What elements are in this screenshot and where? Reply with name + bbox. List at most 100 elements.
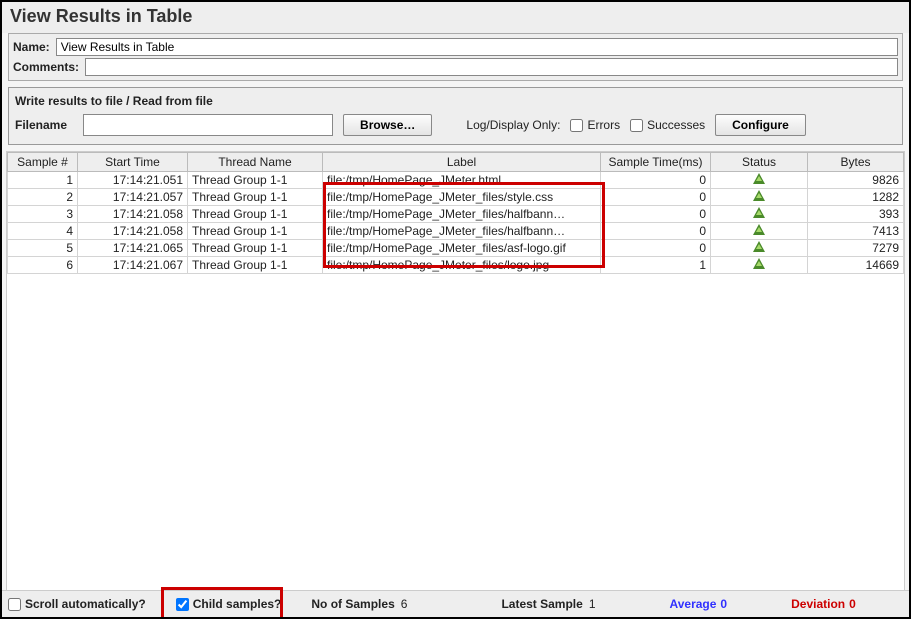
cell-status (711, 189, 808, 206)
table-row[interactable]: 617:14:21.067Thread Group 1-1file:/tmp/H… (8, 257, 904, 274)
cell-bytes: 1282 (808, 189, 904, 206)
col-stime[interactable]: Sample Time(ms) (601, 153, 711, 172)
results-table-area: Sample # Start Time Thread Name Label Sa… (6, 151, 905, 590)
cell-status (711, 223, 808, 240)
child-samples-label: Child samples? (193, 597, 282, 611)
title-bar: View Results in Table (2, 2, 909, 33)
cell-thread: Thread Group 1-1 (188, 240, 323, 257)
col-bytes[interactable]: Bytes (808, 153, 904, 172)
file-io-legend: Write results to file / Read from file (15, 94, 896, 108)
cell-sample: 1 (8, 172, 78, 189)
cell-sample: 5 (8, 240, 78, 257)
cell-bytes: 393 (808, 206, 904, 223)
success-icon (753, 207, 765, 218)
col-start[interactable]: Start Time (78, 153, 188, 172)
cell-thread: Thread Group 1-1 (188, 206, 323, 223)
cell-stime: 0 (601, 172, 711, 189)
filename-label: Filename (15, 118, 67, 132)
table-row[interactable]: 217:14:21.057Thread Group 1-1file:/tmp/H… (8, 189, 904, 206)
errors-label: Errors (587, 118, 620, 132)
errors-checkbox[interactable] (570, 119, 583, 132)
col-label[interactable]: Label (323, 153, 601, 172)
cell-label: file:/tmp/HomePage_JMeter_files/halfbann… (323, 206, 601, 223)
latest-sample-label: Latest Sample (501, 597, 582, 611)
cell-label: file:/tmp/HomePage_JMeter_files/style.cs… (323, 189, 601, 206)
cell-sample: 3 (8, 206, 78, 223)
view-results-window: View Results in Table Name: Comments: Wr… (0, 0, 911, 619)
cell-label: file:/tmp/HomePage_JMeter.html (323, 172, 601, 189)
table-row[interactable]: 417:14:21.058Thread Group 1-1file:/tmp/H… (8, 223, 904, 240)
cell-bytes: 14669 (808, 257, 904, 274)
cell-label: file:/tmp/HomePage_JMeter_files/halfbann… (323, 223, 601, 240)
cell-bytes: 9826 (808, 172, 904, 189)
cell-stime: 0 (601, 240, 711, 257)
success-icon (753, 241, 765, 252)
cell-start: 17:14:21.058 (78, 206, 188, 223)
cell-stime: 1 (601, 257, 711, 274)
success-icon (753, 173, 765, 184)
cell-start: 17:14:21.067 (78, 257, 188, 274)
cell-stime: 0 (601, 206, 711, 223)
success-icon (753, 224, 765, 235)
child-samples-checkbox[interactable] (176, 598, 189, 611)
col-status[interactable]: Status (711, 153, 808, 172)
cell-stime: 0 (601, 189, 711, 206)
cell-start: 17:14:21.058 (78, 223, 188, 240)
deviation-label: Deviation (791, 597, 845, 611)
cell-start: 17:14:21.051 (78, 172, 188, 189)
successes-label: Successes (647, 118, 705, 132)
cell-thread: Thread Group 1-1 (188, 223, 323, 240)
cell-bytes: 7413 (808, 223, 904, 240)
successes-checkbox-wrap[interactable]: Successes (630, 118, 705, 132)
cell-sample: 2 (8, 189, 78, 206)
cell-start: 17:14:21.057 (78, 189, 188, 206)
col-thread[interactable]: Thread Name (188, 153, 323, 172)
scroll-auto-label: Scroll automatically? (25, 597, 146, 611)
file-io-group: Write results to file / Read from file F… (8, 87, 903, 145)
cell-stime: 0 (601, 223, 711, 240)
num-samples-label: No of Samples (311, 597, 394, 611)
col-sample[interactable]: Sample # (8, 153, 78, 172)
cell-thread: Thread Group 1-1 (188, 257, 323, 274)
page-title: View Results in Table (10, 6, 192, 26)
cell-label: file:/tmp/HomePage_JMeter_files/asf-logo… (323, 240, 601, 257)
configure-button[interactable]: Configure (715, 114, 806, 136)
browse-button[interactable]: Browse… (343, 114, 432, 136)
table-row[interactable]: 517:14:21.065Thread Group 1-1file:/tmp/H… (8, 240, 904, 257)
name-label: Name: (13, 40, 50, 54)
successes-checkbox[interactable] (630, 119, 643, 132)
comments-label: Comments: (13, 60, 79, 74)
cell-status (711, 172, 808, 189)
comments-input[interactable] (85, 58, 898, 76)
cell-status (711, 240, 808, 257)
cell-sample: 6 (8, 257, 78, 274)
cell-status (711, 257, 808, 274)
deviation-value: 0 (849, 597, 856, 611)
num-samples-value: 6 (401, 597, 408, 611)
success-icon (753, 190, 765, 201)
latest-sample-value: 1 (589, 597, 596, 611)
cell-start: 17:14:21.065 (78, 240, 188, 257)
cell-status (711, 206, 808, 223)
cell-thread: Thread Group 1-1 (188, 189, 323, 206)
name-comments-group: Name: Comments: (8, 33, 903, 81)
filename-input[interactable] (83, 114, 333, 136)
scroll-auto-checkbox-wrap[interactable]: Scroll automatically? (8, 597, 152, 611)
table-header-row: Sample # Start Time Thread Name Label Sa… (8, 153, 904, 172)
average-label: Average (670, 597, 717, 611)
cell-bytes: 7279 (808, 240, 904, 257)
cell-thread: Thread Group 1-1 (188, 172, 323, 189)
cell-sample: 4 (8, 223, 78, 240)
name-input[interactable] (56, 38, 898, 56)
footer-bar: Scroll automatically? Child samples? No … (2, 590, 909, 617)
table-row[interactable]: 317:14:21.058Thread Group 1-1file:/tmp/H… (8, 206, 904, 223)
child-samples-checkbox-wrap[interactable]: Child samples? (176, 597, 288, 611)
table-row[interactable]: 117:14:21.051Thread Group 1-1file:/tmp/H… (8, 172, 904, 189)
log-display-label: Log/Display Only: (466, 118, 560, 132)
success-icon (753, 258, 765, 269)
scroll-auto-checkbox[interactable] (8, 598, 21, 611)
average-value: 0 (720, 597, 727, 611)
errors-checkbox-wrap[interactable]: Errors (570, 118, 620, 132)
cell-label: file:/tmp/HomePage_JMeter_files/logo.jpg (323, 257, 601, 274)
results-table: Sample # Start Time Thread Name Label Sa… (7, 152, 904, 274)
